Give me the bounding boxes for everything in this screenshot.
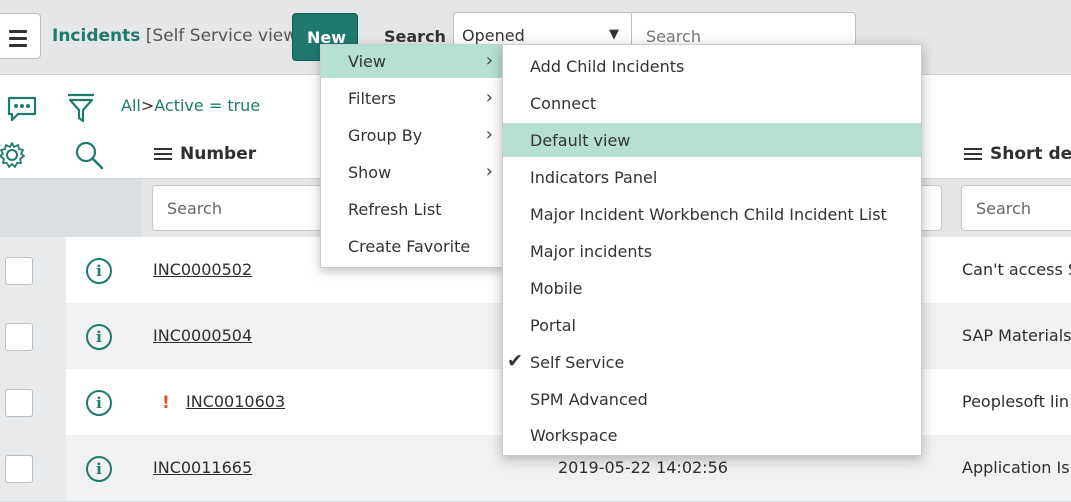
- checkmark-icon: ✔: [507, 350, 523, 372]
- view-option-portal[interactable]: Portal: [503, 308, 921, 342]
- filter-row-spacer: [0, 179, 142, 237]
- list-context-menu: View › Filters › Group By › Show › Refre…: [320, 44, 504, 268]
- menu-item-label: Group By: [348, 126, 423, 145]
- view-option-label: Major incidents: [530, 242, 653, 261]
- triangle-down-icon: ▼: [609, 27, 619, 42]
- view-option-label: Portal: [530, 316, 576, 335]
- incident-number-link[interactable]: INC0011665: [153, 458, 252, 477]
- magnifier-icon[interactable]: [74, 140, 104, 170]
- row-select-cell: [0, 435, 66, 501]
- priority-flag: !: [162, 393, 170, 413]
- gear-icon[interactable]: [0, 141, 26, 169]
- column-header-short-description[interactable]: Short desc: [964, 144, 1071, 164]
- chevron-right-icon: ›: [485, 87, 493, 108]
- view-option-label: Default view: [530, 131, 631, 150]
- menu-item-label: Show: [348, 163, 392, 182]
- view-option-major-incident-workbench-child-incident-list[interactable]: Major Incident Workbench Child Incident …: [503, 197, 921, 231]
- breadcrumb-all[interactable]: All: [121, 96, 141, 115]
- opened-cell: 2019-05-22 14:02:56: [558, 458, 728, 477]
- row-checkbox[interactable]: [5, 455, 33, 483]
- row-select-cell: [0, 369, 66, 435]
- row-checkbox[interactable]: [5, 257, 33, 285]
- search-field-value: Opened: [462, 26, 525, 45]
- menu-item-view[interactable]: View ›: [321, 45, 503, 78]
- breadcrumb: All>Active = true: [121, 96, 260, 115]
- short-description-cell: SAP Materials: [962, 326, 1071, 345]
- row-checkbox[interactable]: [5, 323, 33, 351]
- info-circle-icon[interactable]: i: [86, 258, 112, 284]
- menu-item-label: View: [348, 52, 386, 71]
- column-header-short-description-label: Short desc: [990, 144, 1071, 164]
- view-submenu: Add Child Incidents Connect Default view…: [502, 44, 922, 456]
- chevron-right-icon: ›: [485, 124, 493, 145]
- menu-item-show[interactable]: Show ›: [321, 156, 503, 189]
- short-description-filter-placeholder: Search: [976, 199, 1031, 218]
- incident-number-link[interactable]: INC0010603: [186, 392, 285, 411]
- column-header-number-label: Number: [180, 144, 257, 164]
- view-option-default-view[interactable]: Default view: [503, 123, 921, 157]
- view-option-label: Major Incident Workbench Child Incident …: [530, 205, 887, 224]
- info-circle-icon[interactable]: i: [86, 456, 112, 482]
- menu-item-filters[interactable]: Filters ›: [321, 82, 503, 115]
- column-menu-icon[interactable]: [154, 145, 172, 163]
- short-description-cell: Peoplesoft lin: [962, 392, 1070, 411]
- list-title-view: [Self Service view]: [145, 26, 304, 46]
- view-option-mobile[interactable]: Mobile: [503, 271, 921, 305]
- menu-item-label: Filters: [348, 89, 396, 108]
- chevron-right-icon: ›: [485, 161, 493, 182]
- view-option-add-child-incidents[interactable]: Add Child Incidents: [503, 49, 921, 83]
- short-description-cell: Application Is: [962, 458, 1070, 477]
- menu-item-create-favorite[interactable]: Create Favorite: [321, 230, 503, 263]
- row-select-cell: [0, 303, 66, 369]
- menu-item-label: Create Favorite: [348, 237, 471, 256]
- menu-item-label: Refresh List: [348, 200, 442, 219]
- menu-item-group-by[interactable]: Group By ›: [321, 119, 503, 152]
- info-circle-icon[interactable]: i: [86, 324, 112, 350]
- incident-number-link[interactable]: INC0000504: [153, 326, 252, 345]
- column-menu-icon[interactable]: [964, 145, 982, 163]
- view-option-indicators-panel[interactable]: Indicators Panel: [503, 160, 921, 194]
- short-description-cell: Can't access S: [962, 260, 1071, 279]
- view-option-spm-advanced[interactable]: SPM Advanced: [503, 382, 921, 416]
- menu-item-refresh-list[interactable]: Refresh List: [321, 193, 503, 226]
- list-title[interactable]: Incidents [Self Service view]: [52, 26, 304, 46]
- funnel-icon[interactable]: [66, 92, 96, 124]
- view-option-self-service[interactable]: ✔ Self Service: [503, 345, 921, 379]
- view-option-workspace[interactable]: Workspace: [503, 418, 921, 452]
- hamburger-icon: [9, 30, 27, 51]
- view-option-label: Self Service: [530, 353, 625, 372]
- view-option-label: Add Child Incidents: [530, 57, 685, 76]
- menu-button[interactable]: [0, 13, 41, 59]
- column-header-number[interactable]: Number: [154, 144, 256, 164]
- view-option-major-incidents[interactable]: Major incidents: [503, 234, 921, 268]
- row-checkbox[interactable]: [5, 389, 33, 417]
- view-option-label: Workspace: [530, 426, 618, 445]
- breadcrumb-condition[interactable]: Active = true: [154, 96, 260, 115]
- chevron-right-icon: ›: [485, 50, 493, 71]
- incident-number-link[interactable]: INC0000502: [153, 260, 252, 279]
- info-circle-icon[interactable]: i: [86, 390, 112, 416]
- short-description-filter-input[interactable]: Search: [961, 185, 1071, 231]
- row-select-cell: [0, 237, 66, 303]
- view-option-label: Mobile: [530, 279, 583, 298]
- breadcrumb-separator: >: [140, 96, 155, 115]
- view-option-label: Connect: [530, 94, 597, 113]
- list-title-main: Incidents: [52, 26, 141, 46]
- view-option-label: Indicators Panel: [530, 168, 658, 187]
- view-option-label: SPM Advanced: [530, 390, 648, 409]
- number-filter-placeholder: Search: [167, 199, 222, 218]
- view-option-connect[interactable]: Connect: [503, 86, 921, 120]
- chat-bubble-icon[interactable]: [6, 95, 38, 123]
